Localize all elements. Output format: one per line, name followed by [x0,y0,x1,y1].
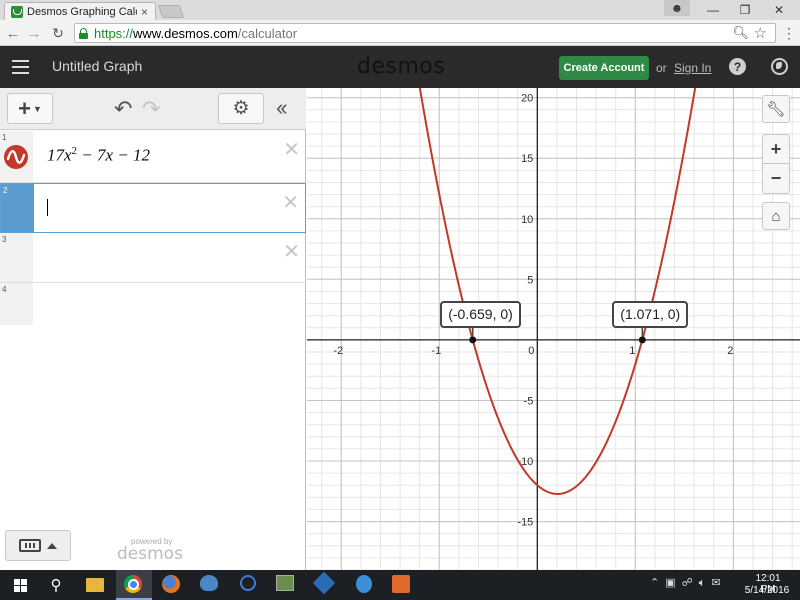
system-tray-icons[interactable]: ⌃▣☍🔈︎✉ [650,576,727,590]
graph-title[interactable]: Untitled Graph [52,58,142,74]
graph-paper[interactable]: -2 -1 0 1 2 20 15 10 5 -5 -10 -15 [307,88,800,570]
zoom-magnifier-icon[interactable]: 🔍︎ [732,25,749,41]
y-tick-label: 15 [521,153,533,165]
expression-row[interactable]: 2 ✕ [0,183,306,233]
home-view-icon[interactable]: ⌂ [762,202,790,230]
zoom-out-button[interactable]: − [762,164,790,194]
delete-expression-icon[interactable]: ✕ [283,137,300,162]
back-arrow-icon[interactable]: ← [4,24,22,42]
delete-expression-icon[interactable]: ✕ [283,239,300,264]
expression-rest: − 7x − 12 [77,145,151,165]
undo-icon[interactable]: ↶ [114,96,132,122]
taskbar-app-icon[interactable] [356,575,372,593]
y-tick-label: 5 [527,274,533,286]
browser-toolbar: ← → ↻ https:// www.desmos.com /calculato… [0,20,800,46]
chrome-icon[interactable] [124,575,142,593]
point-label[interactable]: (-0.659, 0) [440,300,521,328]
powered-by-logo[interactable]: desmos [117,544,183,564]
y-tick-label: 10 [521,214,533,226]
clock-date[interactable]: 5/14/2016 [744,585,790,596]
settings-gear-icon[interactable]: ⚙ [218,93,264,124]
expression-math[interactable]: 17x2 − 7x − 12 [47,145,150,166]
tab-close-icon[interactable]: × [141,5,148,19]
x-tick-label: 0 [528,345,534,357]
windows-start-icon[interactable] [10,575,30,595]
expression-toolbar: + ▼ ↶ ↷ ⚙ ‹‹ [0,88,306,130]
expression-number: 1 [2,133,7,142]
expression-number: 2 [3,186,8,195]
secure-lock-icon [79,27,88,39]
firefox-icon[interactable] [162,575,180,593]
file-explorer-icon[interactable] [86,578,104,592]
minimize-icon[interactable]: — [696,0,730,20]
expression-gutter: 3 [0,233,33,282]
forward-arrow-icon[interactable]: → [25,24,43,42]
point-label[interactable]: (1.071, 0) [612,300,689,328]
expression-variable: x [64,145,72,165]
create-account-button[interactable]: Create Account [559,56,649,80]
address-bar[interactable]: https:// www.desmos.com /calculator 🔍︎ ☆ [74,23,776,43]
language-globe-icon[interactable] [771,58,788,75]
y-tick-label: 20 [521,93,533,105]
expression-number: 3 [2,235,7,244]
taskbar-search-icon[interactable]: ⚲ [46,575,66,595]
expression-row[interactable]: 3 ✕ [0,233,306,283]
browser-titlebar: Desmos Graphing Calcula × ☻ — ❐ ✕ [0,0,800,20]
url-path: /calculator [237,25,298,41]
restore-icon[interactable]: ❐ [728,0,762,20]
tab-title: Desmos Graphing Calcula [27,5,137,18]
browser-menu-icon[interactable]: ⋮ [782,25,796,42]
caret-up-icon [47,542,57,549]
or-text: or [656,61,667,75]
reload-icon[interactable]: ↻ [49,24,67,42]
x-tick-label: -1 [431,345,441,357]
y-tick-label: -5 [524,395,534,407]
url-host: www.desmos.com [133,25,238,41]
user-profile-icon[interactable]: ☻ [664,0,690,16]
sign-in-link[interactable]: Sign In [674,61,711,75]
taskbar-app-icon[interactable] [200,575,218,591]
curve-color-icon[interactable] [4,145,28,169]
x-tick-label: -2 [333,345,343,357]
keyboard-toggle-button[interactable] [5,530,71,561]
hamburger-menu-icon[interactable] [12,60,29,74]
graph-settings-wrench-icon[interactable]: 🔧︎ [762,95,790,123]
y-tick-label: -15 [517,517,533,529]
taskbar-app-icon[interactable] [312,571,336,595]
desmos-favicon-icon [11,5,23,18]
delete-expression-icon[interactable]: ✕ [282,190,299,215]
expression-coefficient: 17 [47,145,64,165]
taskbar-app-icon[interactable] [276,575,294,591]
redo-icon[interactable]: ↷ [142,96,160,122]
desmos-logo: desmos [357,54,446,79]
x-tick-label: 1 [629,345,635,357]
url-scheme: https:// [94,25,134,41]
x-tick-label: 2 [727,345,733,357]
expression-gutter: 4 [0,283,33,325]
add-item-button[interactable]: + ▼ [7,93,53,124]
desmos-header: Untitled Graph desmos Create Account or … [0,46,800,88]
new-tab-button[interactable] [157,5,185,18]
expression-panel: + ▼ ↶ ↷ ⚙ ‹‹ 1 17x2 − 7x − 12 ✕ 2 ✕ 3 ✕ 4 [0,88,306,570]
expression-gutter: 2 [1,184,34,232]
expression-gutter: 1 [0,131,33,182]
expression-row[interactable]: 4 [0,283,306,325]
keyboard-icon [19,539,41,552]
taskbar-app-icon[interactable] [240,575,256,591]
window-close-icon[interactable]: ✕ [762,0,796,20]
help-icon[interactable]: ? [729,58,746,75]
collapse-panel-icon[interactable]: ‹‹ [276,95,288,121]
windows-taskbar: ⚲ ⌃▣☍🔈︎✉ 12:01 PM 5/14/2016 [0,570,800,600]
graph-canvas[interactable]: -2 -1 0 1 22015105-5-10-15 [307,88,800,570]
root-point [469,336,477,344]
bookmark-star-icon[interactable]: ☆ [754,24,767,42]
taskbar-app-icon[interactable] [392,575,410,593]
expression-row[interactable]: 1 17x2 − 7x − 12 ✕ [0,131,306,183]
root-point [638,336,646,344]
expression-number: 4 [2,285,7,294]
zoom-in-button[interactable]: + [762,134,790,164]
browser-tab[interactable]: Desmos Graphing Calcula × [4,2,156,20]
text-cursor [47,199,48,216]
